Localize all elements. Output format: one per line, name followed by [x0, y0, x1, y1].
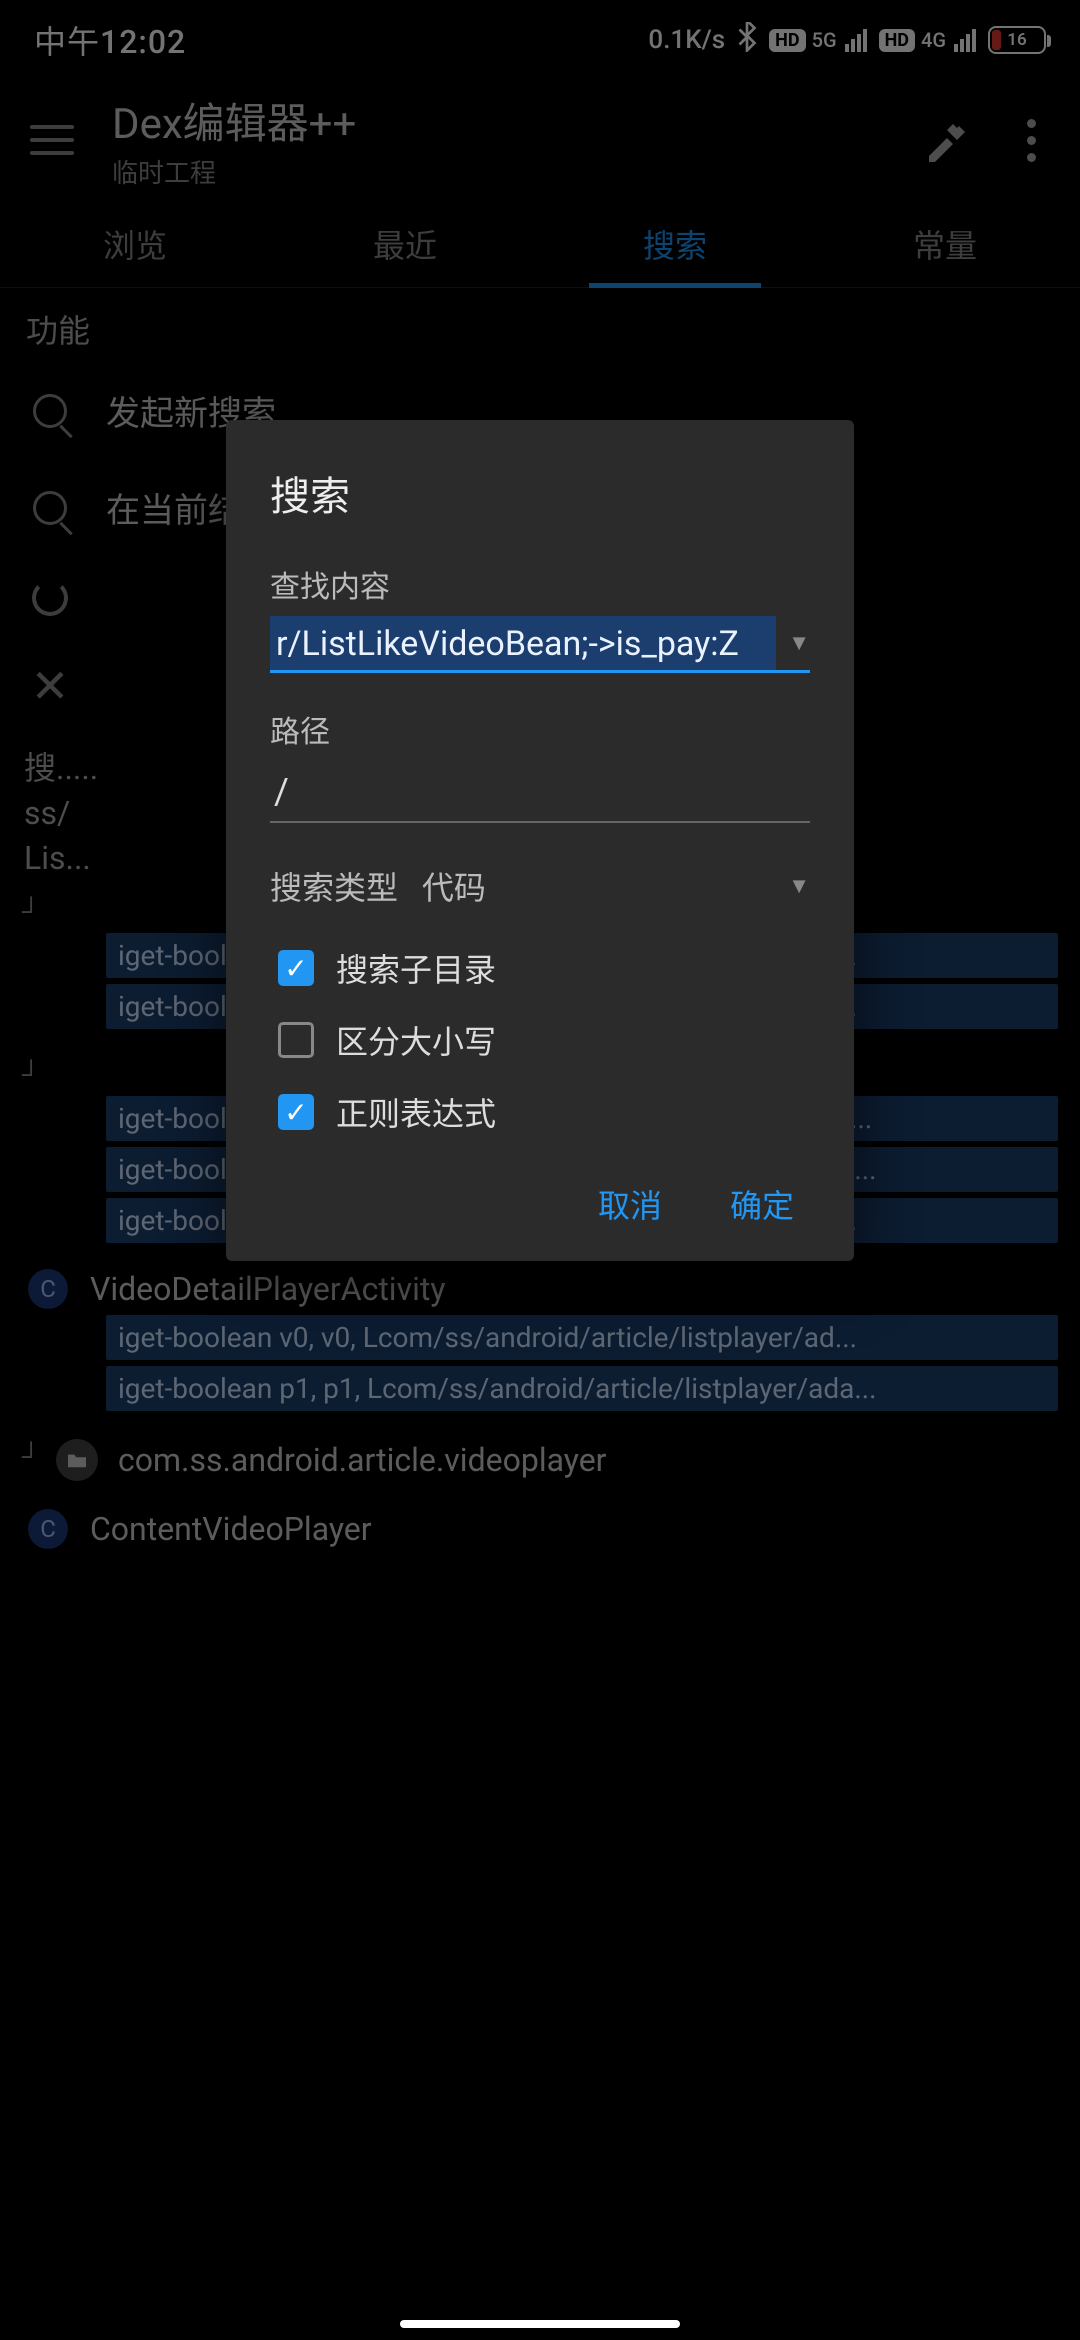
- dropdown-icon[interactable]: ▼: [788, 873, 810, 899]
- checkbox-label: 搜索子目录: [336, 945, 496, 991]
- checkbox-subdirs[interactable]: ✓ 搜索子目录: [278, 945, 810, 991]
- find-value[interactable]: r/ListLikeVideoBean;->is_pay:Z: [270, 616, 776, 670]
- checkbox-label: 区分大小写: [336, 1017, 496, 1063]
- checkbox-regex[interactable]: ✓ 正则表达式: [278, 1089, 810, 1135]
- find-label: 查找内容: [270, 562, 810, 606]
- checkbox-icon[interactable]: ✓: [278, 1094, 314, 1130]
- type-label: 搜索类型: [270, 869, 398, 907]
- dropdown-icon[interactable]: ▼: [788, 630, 810, 656]
- ok-button[interactable]: 确定: [724, 1171, 800, 1237]
- dialog-title: 搜索: [270, 464, 810, 522]
- search-type-row[interactable]: 搜索类型 代码 ▼: [270, 863, 810, 909]
- type-value: 代码: [422, 869, 486, 907]
- path-label: 路径: [270, 707, 810, 751]
- search-dialog: 搜索 查找内容 r/ListLikeVideoBean;->is_pay:Z ▼…: [226, 420, 854, 1261]
- checkbox-label: 正则表达式: [336, 1089, 496, 1135]
- path-input[interactable]: /: [270, 761, 810, 823]
- find-input[interactable]: r/ListLikeVideoBean;->is_pay:Z ▼: [270, 616, 810, 673]
- cancel-button[interactable]: 取消: [592, 1171, 668, 1237]
- checkbox-icon[interactable]: [278, 1022, 314, 1058]
- checkbox-icon[interactable]: ✓: [278, 950, 314, 986]
- home-indicator[interactable]: [400, 2320, 680, 2328]
- checkbox-case[interactable]: 区分大小写: [278, 1017, 810, 1063]
- path-value[interactable]: /: [270, 761, 810, 821]
